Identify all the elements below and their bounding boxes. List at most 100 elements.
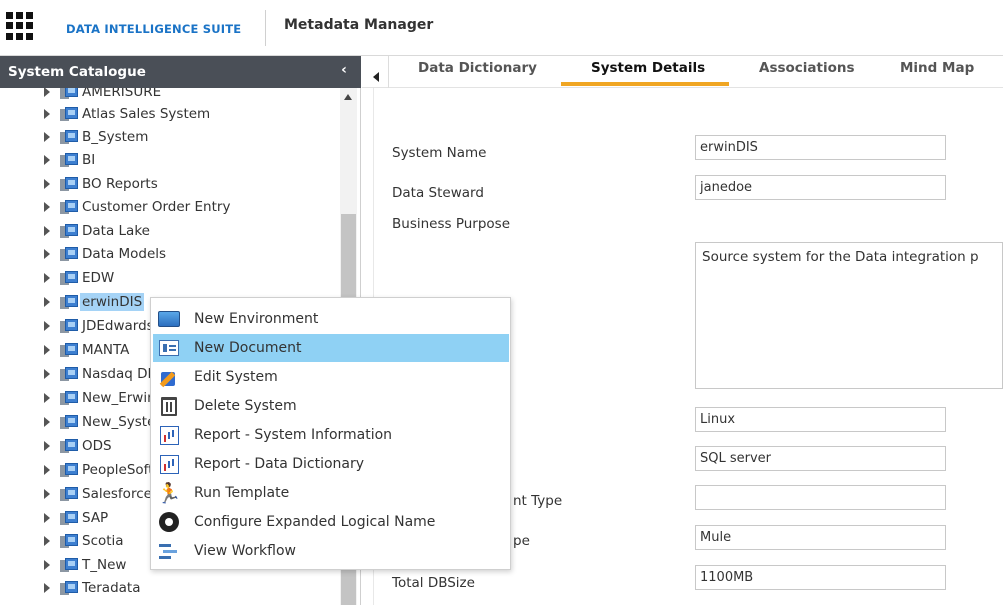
top-divider xyxy=(265,10,266,46)
tree-item[interactable]: Nasdaq DB xyxy=(44,362,159,385)
tree-item[interactable]: B_System xyxy=(44,125,150,148)
menu-item-configure-expanded-logical-name[interactable]: Configure Expanded Logical Name xyxy=(153,508,509,536)
menu-item-new-environment[interactable]: New Environment xyxy=(153,305,509,333)
tree-item[interactable]: Data Lake xyxy=(44,219,152,242)
system-server-icon xyxy=(60,414,78,429)
system-name-label: System Name xyxy=(392,145,487,161)
tree-item[interactable]: MANTA xyxy=(44,338,131,361)
tree-item[interactable]: New_Erwin xyxy=(44,386,158,409)
app-launcher-grid-icon[interactable] xyxy=(6,12,34,40)
expand-caret-icon[interactable] xyxy=(44,88,50,97)
expand-caret-icon[interactable] xyxy=(44,201,50,212)
data-steward-input[interactable]: janedoe xyxy=(695,175,946,200)
menu-item-label: New Environment xyxy=(194,311,319,327)
expand-caret-icon[interactable] xyxy=(44,154,50,165)
scroll-up-arrow-icon[interactable] xyxy=(344,94,352,100)
report-icon xyxy=(158,454,180,474)
tree-item-label: Data Lake xyxy=(82,222,150,239)
system-server-icon xyxy=(60,106,78,121)
toggle-sidebar-arrow-icon[interactable] xyxy=(373,72,379,82)
menu-item-run-template[interactable]: 🏃 Run Template xyxy=(153,479,509,507)
tree-item[interactable]: Scotia xyxy=(44,529,126,552)
expand-caret-icon[interactable] xyxy=(44,296,50,307)
expand-caret-icon[interactable] xyxy=(44,582,50,593)
context-menu: New Environment New Document Edit System… xyxy=(150,297,511,570)
tree-item[interactable]: PeopleSoft xyxy=(44,458,156,481)
tree-item[interactable]: Atlas Sales System xyxy=(44,102,212,125)
tab-system-details[interactable]: System Details xyxy=(591,60,705,76)
tree-item-label: PeopleSoft xyxy=(82,461,154,478)
expand-caret-icon[interactable] xyxy=(44,131,50,142)
suite-name[interactable]: DATA INTELLIGENCE SUITE xyxy=(66,22,241,36)
menu-item-view-workflow[interactable]: View Workflow xyxy=(153,537,509,565)
menu-item-new-document[interactable]: New Document xyxy=(153,334,509,362)
tree-item-selected[interactable]: erwinDIS xyxy=(44,290,145,313)
menu-item-report-data-dictionary[interactable]: Report - Data Dictionary xyxy=(153,450,509,478)
tree-item[interactable]: Customer Order Entry xyxy=(44,195,232,218)
menu-item-edit-system[interactable]: Edit System xyxy=(153,363,509,391)
expand-caret-icon[interactable] xyxy=(44,488,50,499)
expand-caret-icon[interactable] xyxy=(44,440,50,451)
menu-item-delete-system[interactable]: Delete System xyxy=(153,392,509,420)
system-name-input[interactable]: erwinDIS xyxy=(695,135,946,160)
system-server-icon xyxy=(60,88,78,99)
expand-caret-icon[interactable] xyxy=(44,416,50,427)
tree-item-label: ODS xyxy=(82,437,112,454)
tree-item-label: Salesforce xyxy=(82,485,152,502)
database-input[interactable]: SQL server xyxy=(695,446,946,471)
system-server-icon xyxy=(60,580,78,595)
business-purpose-textarea[interactable]: Source system for the Data integration p xyxy=(695,242,1003,389)
tree-item[interactable]: Data Models xyxy=(44,242,168,265)
system-server-icon xyxy=(60,223,78,238)
menu-item-label: Report - Data Dictionary xyxy=(194,456,365,472)
expand-caret-icon[interactable] xyxy=(44,392,50,403)
tree-item[interactable]: Teradata xyxy=(44,576,143,599)
expand-caret-icon[interactable] xyxy=(44,344,50,355)
expand-caret-icon[interactable] xyxy=(44,535,50,546)
system-server-icon xyxy=(60,533,78,548)
expand-caret-icon[interactable] xyxy=(44,178,50,189)
tree-item-label: Atlas Sales System xyxy=(82,105,211,122)
expand-caret-icon[interactable] xyxy=(44,512,50,523)
expand-caret-icon[interactable] xyxy=(44,225,50,236)
expand-caret-icon[interactable] xyxy=(44,248,50,259)
tree-item[interactable]: ODS xyxy=(44,434,114,457)
type-input[interactable]: Mule xyxy=(695,525,946,550)
tree-item-label: B_System xyxy=(82,128,149,145)
system-server-icon xyxy=(60,318,78,333)
menu-item-label: Edit System xyxy=(194,369,278,385)
tree-item-label: MANTA xyxy=(82,341,130,358)
system-server-icon xyxy=(60,486,78,501)
expand-caret-icon[interactable] xyxy=(44,368,50,379)
workflow-icon xyxy=(158,541,180,561)
tree-item[interactable]: EDW xyxy=(44,266,116,289)
tabs-bar: Data Dictionary System Details Associati… xyxy=(362,56,1003,88)
environment-type-input[interactable] xyxy=(695,485,946,510)
expand-caret-icon[interactable] xyxy=(44,272,50,283)
total-dbsize-input[interactable]: 1100MB xyxy=(695,565,946,590)
tree-item[interactable]: BI xyxy=(44,148,97,171)
collapse-panel-chevron-left-icon[interactable]: ‹ xyxy=(336,62,352,82)
expand-caret-icon[interactable] xyxy=(44,320,50,331)
tab-associations[interactable]: Associations xyxy=(759,60,855,76)
tree-item[interactable]: JDEdwards xyxy=(44,314,156,337)
tree-item[interactable]: SAP xyxy=(44,506,110,529)
system-server-icon xyxy=(60,557,78,572)
tree-item[interactable]: T_New xyxy=(44,553,128,576)
report-icon xyxy=(158,425,180,445)
menu-item-report-system-information[interactable]: Report - System Information xyxy=(153,421,509,449)
tab-data-dictionary[interactable]: Data Dictionary xyxy=(418,60,537,76)
menu-item-label: Run Template xyxy=(194,485,290,501)
tree-item[interactable]: AMERISURE xyxy=(44,88,163,103)
tree-item[interactable]: BO Reports xyxy=(44,172,160,195)
tree-item[interactable]: Salesforce xyxy=(44,482,154,505)
tab-mind-map[interactable]: Mind Map xyxy=(900,60,974,76)
expand-caret-icon[interactable] xyxy=(44,108,50,119)
tab-divider xyxy=(388,56,389,88)
edit-icon xyxy=(158,367,180,387)
expand-caret-icon[interactable] xyxy=(44,559,50,570)
tree-item-label: BI xyxy=(82,151,96,168)
operating-system-input[interactable]: Linux xyxy=(695,407,946,432)
expand-caret-icon[interactable] xyxy=(44,464,50,475)
system-server-icon xyxy=(60,390,78,405)
